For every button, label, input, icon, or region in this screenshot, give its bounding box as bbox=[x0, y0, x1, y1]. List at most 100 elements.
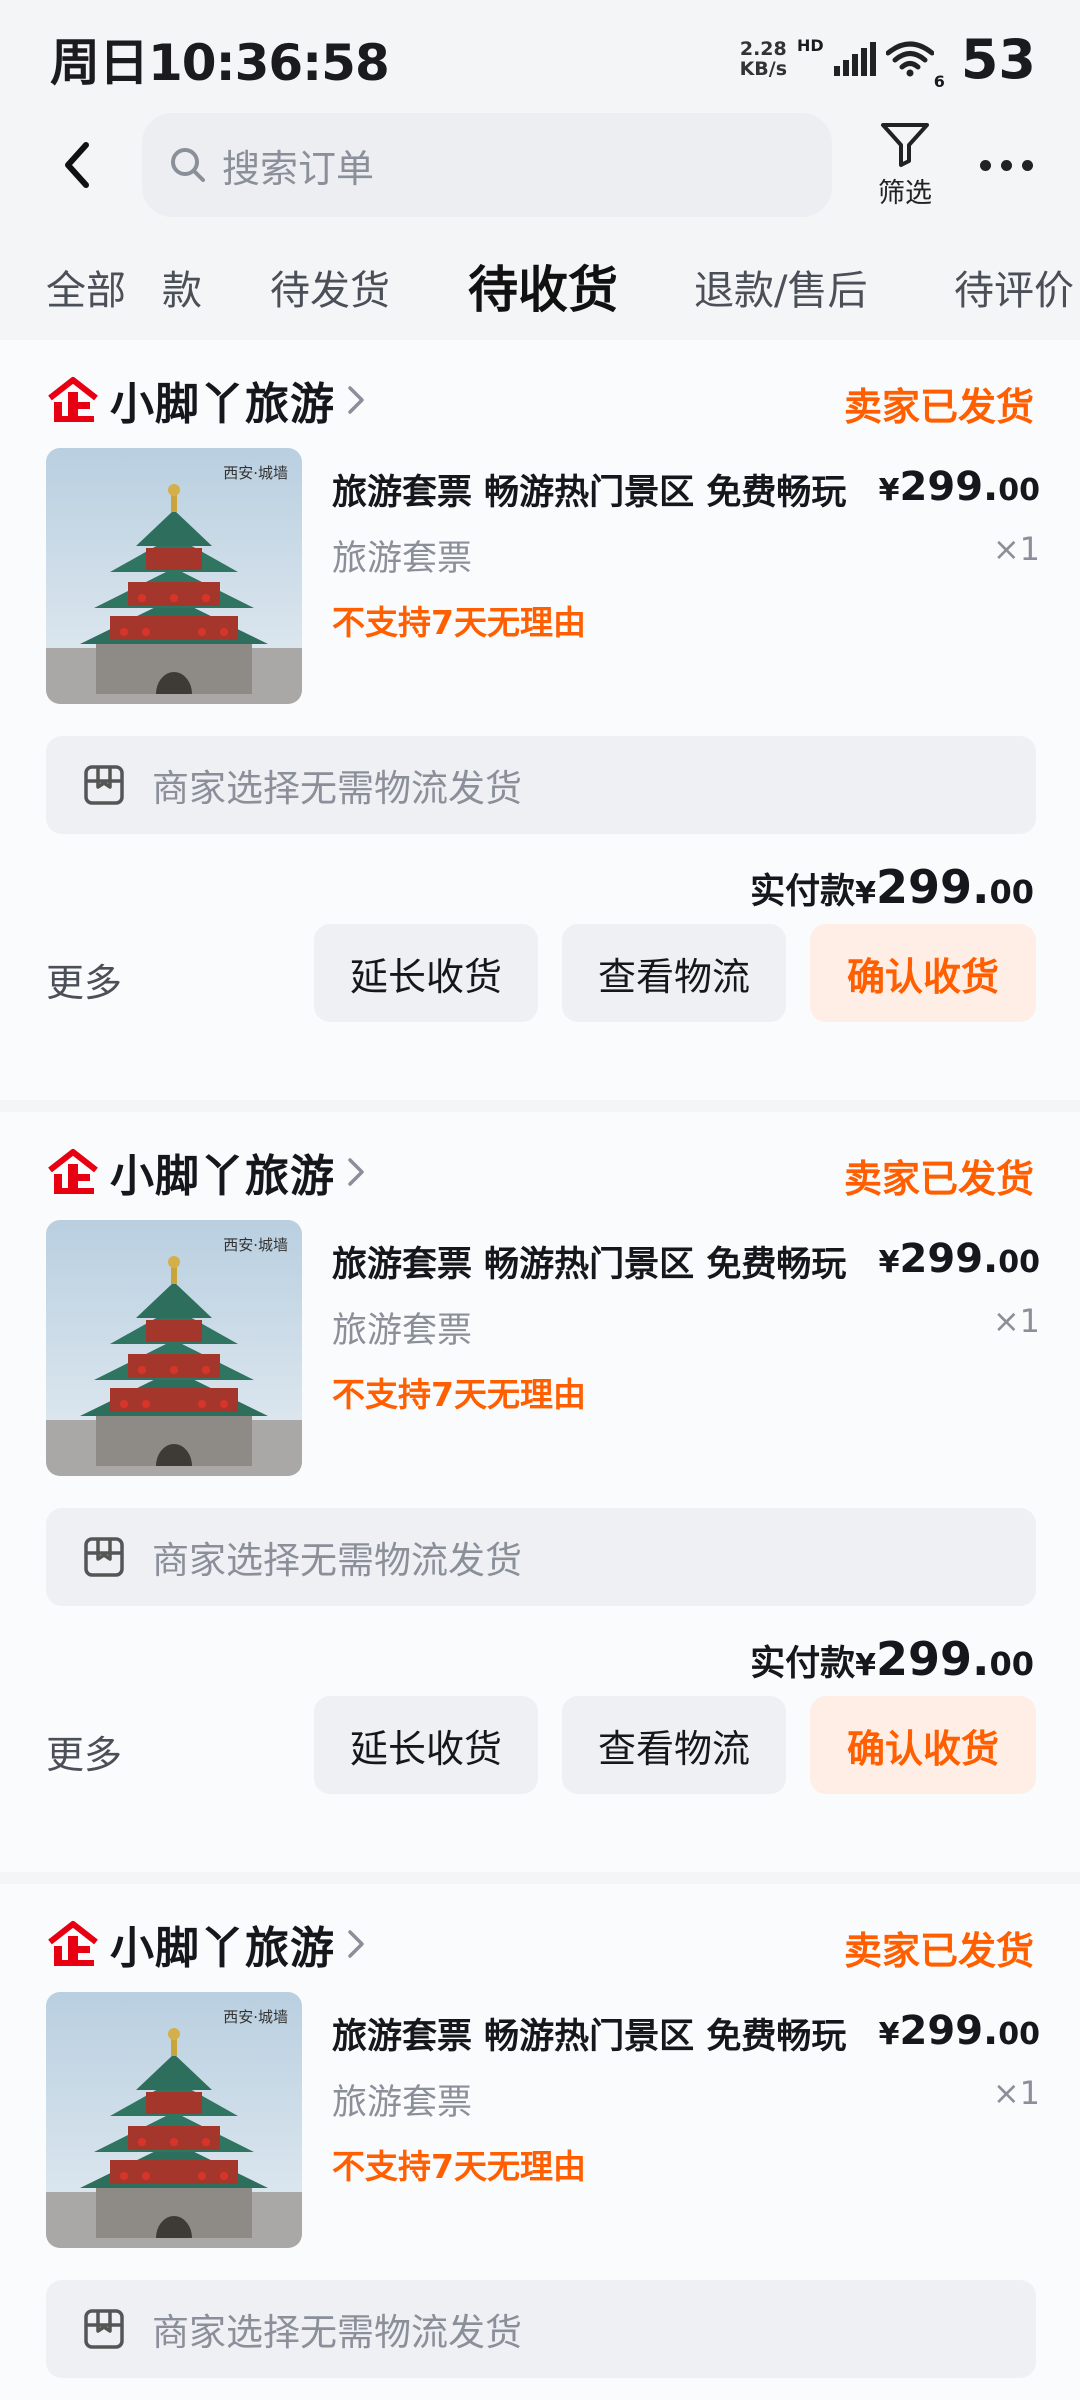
search-icon bbox=[171, 148, 205, 182]
shop-link[interactable]: 小脚丫旅游 bbox=[46, 1140, 367, 1204]
confirm-receipt-button[interactable]: 确认收货 bbox=[810, 1696, 1036, 1794]
shipping-note-text: 商家选择无需物流发货 bbox=[152, 2311, 522, 2354]
paid-currency: ¥ bbox=[855, 876, 876, 911]
tab-to-ship[interactable]: 待发货 bbox=[270, 258, 390, 316]
product-image[interactable]: 西安·城墙 bbox=[46, 1992, 302, 2248]
order-status-tabs: 全部 款 待发货 待收货 退款/售后 待评价 bbox=[0, 228, 1080, 348]
extend-receipt-button[interactable]: 延长收货 bbox=[314, 924, 538, 1022]
status-time: 周日10:36:58 bbox=[50, 34, 390, 92]
product-quantity: ×1 bbox=[992, 2074, 1040, 2112]
price-integer: 299. bbox=[899, 2008, 999, 2054]
product-price: ¥299.00 bbox=[879, 1236, 1040, 1282]
price-integer: 299. bbox=[899, 1236, 999, 1282]
network-speed-value: 2.28 bbox=[739, 38, 787, 60]
tab-to-receive[interactable]: 待收货 bbox=[468, 250, 618, 322]
price-decimal: 00 bbox=[998, 2017, 1040, 2052]
search-input[interactable]: 搜索订单 bbox=[142, 113, 832, 217]
tab-refund[interactable]: 退款/售后 bbox=[694, 258, 867, 316]
more-menu-button[interactable] bbox=[980, 159, 1033, 171]
product-quantity: ×1 bbox=[992, 530, 1040, 568]
package-box-icon bbox=[84, 765, 124, 805]
hd-badge: HD bbox=[797, 35, 824, 55]
paid-currency: ¥ bbox=[855, 1648, 876, 1683]
product-price: ¥299.00 bbox=[879, 2008, 1040, 2054]
product-title[interactable]: 旅游套票 畅游热门景区 免费畅玩 bbox=[332, 464, 872, 515]
product-sku: 旅游套票 bbox=[332, 539, 473, 579]
product-quantity: ×1 bbox=[992, 1302, 1040, 1340]
back-button[interactable] bbox=[48, 135, 106, 195]
more-dots-icon bbox=[1001, 159, 1012, 171]
paid-decimal: 00 bbox=[989, 1645, 1034, 1683]
package-box-icon bbox=[84, 1537, 124, 1577]
product-title[interactable]: 旅游套票 畅游热门景区 免费畅玩 bbox=[332, 2008, 872, 2059]
product-image[interactable]: 西安·城墙 bbox=[46, 448, 302, 704]
enterprise-shop-icon bbox=[48, 377, 98, 422]
network-speed: 2.28 KB/s bbox=[740, 39, 787, 79]
wifi-generation: 6 bbox=[933, 71, 945, 91]
search-placeholder: 搜索订单 bbox=[222, 146, 375, 191]
tab-all[interactable]: 全部 bbox=[46, 258, 126, 316]
shop-link[interactable]: 小脚丫旅游 bbox=[46, 368, 367, 432]
image-caption: 西安·城墙 bbox=[223, 1236, 288, 1254]
paid-decimal: 00 bbox=[989, 873, 1034, 911]
nav-bar: 搜索订单 筛选 bbox=[0, 110, 1080, 220]
shipping-note-text: 商家选择无需物流发货 bbox=[152, 767, 522, 810]
more-dots-icon bbox=[1022, 159, 1033, 171]
chevron-right-icon bbox=[348, 386, 364, 414]
order-status: 卖家已发货 bbox=[843, 1157, 1034, 1201]
filter-label: 筛选 bbox=[878, 177, 932, 209]
image-caption: 西安·城墙 bbox=[223, 2008, 288, 2026]
tab-to-review[interactable]: 待评价 bbox=[954, 258, 1074, 316]
chevron-right-icon bbox=[348, 1158, 364, 1186]
bell-tower-image bbox=[46, 1992, 302, 2248]
wifi-icon bbox=[885, 41, 934, 77]
chevron-right-icon bbox=[348, 1930, 364, 1958]
enterprise-shop-icon bbox=[48, 1149, 98, 1194]
bell-tower-image bbox=[46, 448, 302, 704]
more-dots-icon bbox=[980, 159, 991, 171]
price-decimal: 00 bbox=[998, 1245, 1040, 1280]
order-status: 卖家已发货 bbox=[843, 385, 1034, 429]
shipping-note-text: 商家选择无需物流发货 bbox=[152, 1539, 522, 1582]
image-caption: 西安·城墙 bbox=[223, 464, 288, 482]
shop-name: 小脚丫旅游 bbox=[110, 379, 335, 430]
product-sku: 旅游套票 bbox=[332, 1311, 473, 1351]
return-policy-tag: 不支持7天无理由 bbox=[332, 603, 586, 642]
more-actions-link[interactable]: 更多 bbox=[46, 1724, 122, 1779]
order-card: 小脚丫旅游 卖家已发货 西安·城墙 旅游套票 畅游热门景区 免费畅玩 旅游套票 … bbox=[0, 340, 1080, 1100]
return-policy-tag: 不支持7天无理由 bbox=[332, 1375, 586, 1414]
paid-amount: 实付款 ¥299. 00 bbox=[750, 860, 1034, 914]
product-sku: 旅游套票 bbox=[332, 2083, 473, 2123]
order-card: 小脚丫旅游 卖家已发货 西安·城墙 旅游套票 畅游热门景区 免费畅玩 旅游套票 … bbox=[0, 1112, 1080, 1872]
tab-payment[interactable]: 款 bbox=[162, 258, 202, 316]
shop-link[interactable]: 小脚丫旅游 bbox=[46, 1912, 367, 1976]
view-logistics-button[interactable]: 查看物流 bbox=[562, 924, 786, 1022]
shipping-note: 商家选择无需物流发货 bbox=[46, 2280, 1036, 2378]
filter-button[interactable]: 筛选 bbox=[870, 121, 940, 210]
status-indicators: 2.28 KB/s HD 6 53 bbox=[740, 28, 1036, 91]
price-currency: ¥ bbox=[878, 473, 900, 508]
status-bar: 周日10:36:58 2.28 KB/s HD 6 53 bbox=[0, 0, 1080, 118]
paid-label: 实付款 bbox=[750, 872, 856, 912]
price-integer: 299. bbox=[899, 464, 999, 510]
confirm-receipt-button[interactable]: 确认收货 bbox=[810, 924, 1036, 1022]
paid-integer: 299. bbox=[875, 1632, 990, 1686]
paid-label: 实付款 bbox=[750, 1644, 856, 1684]
more-actions-link[interactable]: 更多 bbox=[46, 952, 122, 1007]
signal-icon bbox=[833, 42, 876, 76]
funnel-icon bbox=[881, 122, 929, 167]
chevron-left-icon bbox=[65, 142, 89, 188]
product-price: ¥299.00 bbox=[879, 464, 1040, 510]
view-logistics-button[interactable]: 查看物流 bbox=[562, 1696, 786, 1794]
product-title[interactable]: 旅游套票 畅游热门景区 免费畅玩 bbox=[332, 1236, 872, 1287]
order-card: 小脚丫旅游 卖家已发货 西安·城墙 旅游套票 畅游热门景区 免费畅玩 旅游套票 … bbox=[0, 1884, 1080, 2400]
enterprise-shop-icon bbox=[48, 1921, 98, 1966]
shop-name: 小脚丫旅游 bbox=[110, 1151, 335, 1202]
extend-receipt-button[interactable]: 延长收货 bbox=[314, 1696, 538, 1794]
network-speed-unit: KB/s bbox=[739, 58, 788, 80]
bell-tower-image bbox=[46, 1220, 302, 1476]
paid-amount: 实付款 ¥299. 00 bbox=[750, 1632, 1034, 1686]
product-image[interactable]: 西安·城墙 bbox=[46, 1220, 302, 1476]
battery-level: 53 bbox=[960, 27, 1036, 91]
return-policy-tag: 不支持7天无理由 bbox=[332, 2147, 586, 2186]
